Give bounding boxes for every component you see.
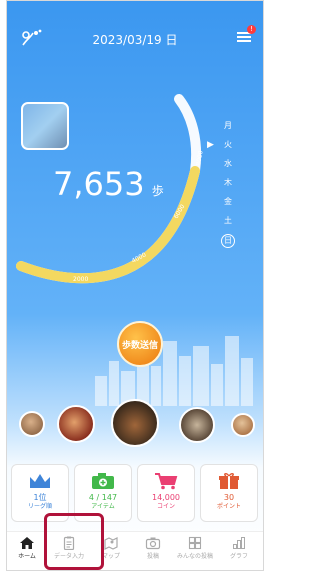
coin-label: コイン: [156, 503, 175, 510]
point-label: ポイント: [216, 503, 241, 510]
item-count-value: 4 / 147: [88, 493, 118, 502]
current-day-marker-icon: ▶: [207, 140, 214, 150]
day-sun[interactable]: 日: [221, 234, 235, 248]
bar-chart-icon: [233, 537, 245, 549]
home-icon: [20, 537, 34, 549]
shopping-cart-icon: [155, 473, 178, 490]
friend-avatar[interactable]: [231, 413, 255, 437]
coin-card[interactable]: 14,000 コイン: [137, 464, 195, 522]
notification-badge: !: [247, 25, 256, 34]
league-rank-label: リーグ順: [27, 503, 52, 510]
header-date: 2023/03/19 日: [92, 33, 178, 47]
tab-everyone-posts-label: みんなの投稿: [177, 553, 214, 560]
point-value: 30: [223, 493, 235, 502]
camera-add-icon: [92, 473, 114, 489]
item-count-label: アイテム: [91, 503, 115, 510]
day-fri[interactable]: 金: [221, 192, 235, 211]
day-mon[interactable]: 月: [221, 116, 235, 135]
coin-value: 14,000: [152, 493, 180, 502]
home-screen: 2023/03/19 日 ! 2000 4000 6000 8000 7,653…: [6, 0, 264, 571]
day-sat[interactable]: 土: [221, 211, 235, 230]
tab-graph-label: グラフ: [229, 553, 248, 560]
step-count-unit: 歩: [151, 184, 164, 198]
tab-post[interactable]: 投稿: [135, 532, 171, 560]
step-count: 7,653 歩: [53, 165, 164, 203]
selected-friend-avatar[interactable]: [111, 399, 159, 447]
crown-icon: [30, 474, 50, 488]
friend-avatar[interactable]: [57, 405, 95, 443]
friend-avatar[interactable]: [19, 411, 45, 437]
step-count-value: 7,653: [53, 165, 145, 203]
gift-icon: [219, 473, 239, 489]
menu-icon[interactable]: !: [237, 25, 256, 48]
gauge-tick-2000: 2000: [73, 276, 88, 283]
map-icon: [104, 537, 118, 550]
week-days: 月 火 水 木 金 土 日: [221, 116, 235, 248]
send-steps-button[interactable]: 歩数送信: [117, 321, 163, 367]
day-tue[interactable]: 火: [221, 135, 235, 154]
tab-graph[interactable]: グラフ: [221, 532, 257, 560]
gauge-tick-8000: 8000: [195, 150, 205, 166]
tab-home-label: ホーム: [18, 553, 36, 560]
league-rank-value: 1位: [33, 493, 47, 502]
day-wed[interactable]: 水: [221, 154, 235, 173]
friend-avatar[interactable]: [179, 407, 215, 443]
tab-everyone-posts[interactable]: みんなの投稿: [177, 532, 213, 560]
day-thu[interactable]: 木: [221, 173, 235, 192]
grid-icon: [188, 536, 202, 550]
data-input-highlight: [44, 513, 104, 570]
camera-icon: [145, 537, 161, 550]
tab-post-label: 投稿: [146, 553, 159, 560]
tab-home[interactable]: ホーム: [9, 532, 45, 560]
point-card[interactable]: 30 ポイント: [200, 464, 258, 522]
